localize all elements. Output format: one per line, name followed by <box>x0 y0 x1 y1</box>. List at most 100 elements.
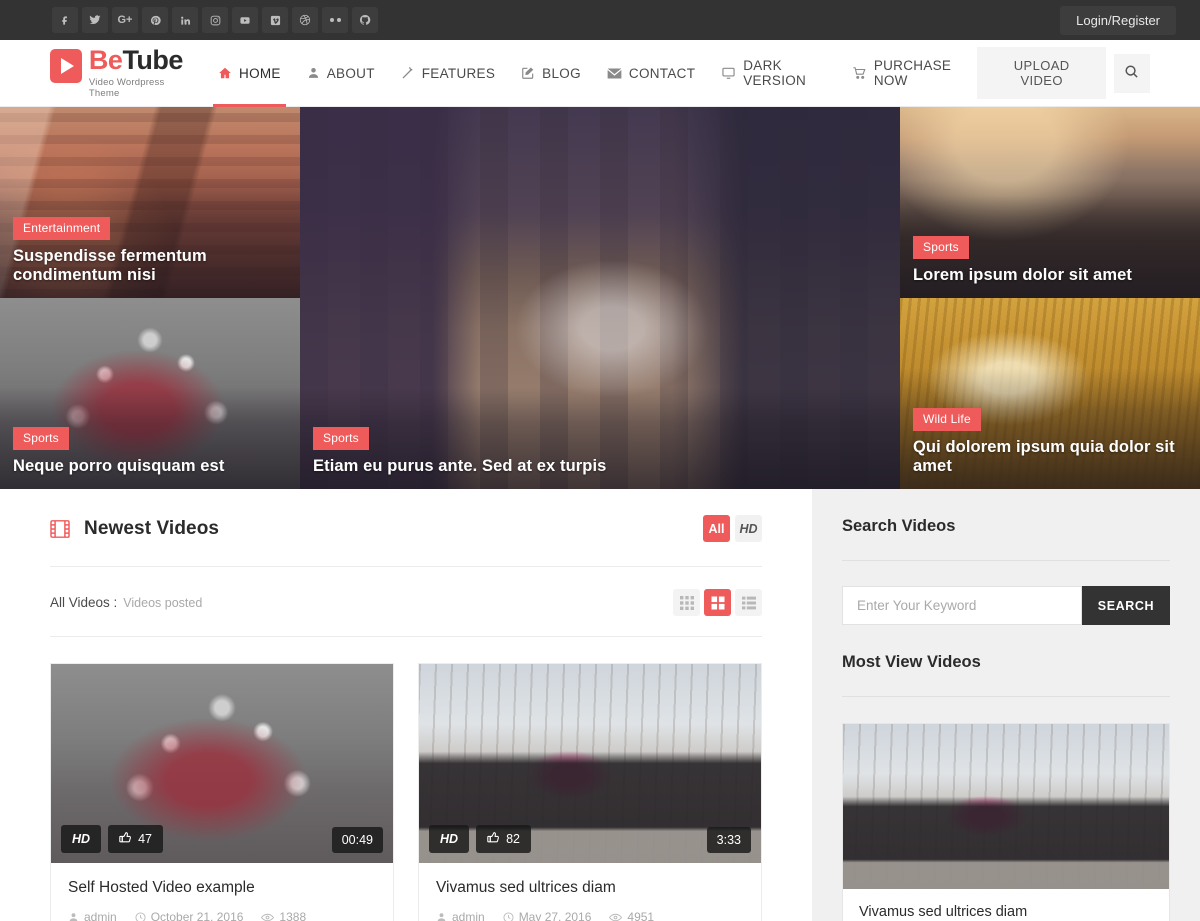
film-icon <box>50 520 70 538</box>
hero-title: Etiam eu purus ante. Sed at ex turpis <box>313 457 887 476</box>
date-meta: October 21, 2016 <box>135 910 244 921</box>
author-icon <box>68 912 79 921</box>
github-icon[interactable] <box>352 7 378 33</box>
likes-badge: 47 <box>108 825 163 853</box>
hero-title: Lorem ipsum dolor sit amet <box>913 266 1187 285</box>
nav-item-blog[interactable]: BLOG <box>508 40 594 107</box>
hero-tile-sports-bike[interactable]: Sports Lorem ipsum dolor sit amet <box>900 107 1200 298</box>
nav-label: PURCHASE NOW <box>874 58 965 88</box>
logo-tagline: Video Wordpress Theme <box>89 77 191 99</box>
hero-tile-wild-life[interactable]: Wild Life Qui dolorem ipsum quia dolor s… <box>900 298 1200 489</box>
category-badge[interactable]: Sports <box>913 236 969 259</box>
nav-label: CONTACT <box>629 66 695 81</box>
likes-count: 47 <box>138 832 152 846</box>
sidebar-search-form: SEARCH <box>842 586 1170 625</box>
grid-small-view-button[interactable] <box>673 589 700 616</box>
flickr-icon[interactable] <box>322 7 348 33</box>
duration-badge: 00:49 <box>332 827 383 853</box>
video-thumbnail[interactable]: HD 47 00:49 <box>51 664 393 863</box>
hero-title: Neque porro quisquam est <box>13 457 287 476</box>
category-badge[interactable]: Sports <box>13 427 69 450</box>
hero-tile-entertainment[interactable]: Entertainment Suspendisse fermentum cond… <box>0 107 300 298</box>
dribbble-icon[interactable] <box>292 7 318 33</box>
hero-tile-sports-moto[interactable]: Sports Etiam eu purus ante. Sed at ex tu… <box>300 107 900 489</box>
logo-tube: Tube <box>122 45 183 75</box>
search-submit-button[interactable]: SEARCH <box>1082 586 1170 625</box>
clock-icon <box>135 912 146 921</box>
instagram-icon[interactable] <box>202 7 228 33</box>
pinterest-icon[interactable] <box>142 7 168 33</box>
filter-hd-button[interactable]: HD <box>735 515 762 542</box>
category-badge[interactable]: Sports <box>313 427 369 450</box>
nav-label: DARK VERSION <box>743 58 826 88</box>
facebook-icon[interactable] <box>52 7 78 33</box>
search-input[interactable] <box>842 586 1082 625</box>
author-name: admin <box>84 910 117 921</box>
author-meta: admin <box>436 910 485 921</box>
most-view-videos-title: Most View Videos <box>842 625 1170 672</box>
divider <box>842 560 1170 561</box>
google-plus-icon[interactable]: G+ <box>112 7 138 33</box>
publish-date: October 21, 2016 <box>151 910 244 921</box>
views-meta: 1388 <box>261 910 306 921</box>
list-view-button[interactable] <box>735 589 762 616</box>
social-links: G+ <box>52 7 378 33</box>
twitter-icon[interactable] <box>82 7 108 33</box>
search-icon <box>1124 64 1139 82</box>
cart-icon <box>852 66 867 80</box>
video-card[interactable]: HD 82 3:33 Vivamus sed ultrices diam <box>418 663 762 921</box>
linkedin-icon[interactable] <box>172 7 198 33</box>
search-videos-title: Search Videos <box>842 489 1170 536</box>
header-search-button[interactable] <box>1114 54 1150 93</box>
sidebar-video-item[interactable]: Vivamus sed ultrices diam <box>842 723 1170 921</box>
magic-icon <box>401 66 415 80</box>
logo[interactable]: BeTube Video Wordpress Theme <box>50 47 191 99</box>
duration-badge: 3:33 <box>707 827 751 853</box>
nav-item-home[interactable]: HOME <box>205 40 294 107</box>
videos-posted-label: Videos posted <box>123 596 202 610</box>
video-meta: admin October 21, 2016 138 <box>68 910 377 921</box>
grid-large-view-button[interactable] <box>704 589 731 616</box>
nav-item-features[interactable]: FEATURES <box>388 40 508 107</box>
video-thumbnail[interactable]: HD 82 3:33 <box>419 664 761 863</box>
hero-mosaic: Entertainment Suspendisse fermentum cond… <box>0 107 1200 489</box>
hd-badge: HD <box>429 825 469 853</box>
category-badge[interactable]: Entertainment <box>13 217 110 240</box>
video-meta: admin May 27, 2016 4951 <box>436 910 745 921</box>
clock-icon <box>503 912 514 921</box>
vimeo-icon[interactable] <box>262 7 288 33</box>
nav-item-about[interactable]: ABOUT <box>294 40 388 107</box>
author-meta: admin <box>68 910 117 921</box>
main-column: Newest Videos All HD All Videos : Videos… <box>0 489 812 921</box>
eye-icon <box>609 912 622 921</box>
section-header: Newest Videos All HD <box>50 489 762 542</box>
author-name: admin <box>452 910 485 921</box>
filter-all-button[interactable]: All <box>703 515 730 542</box>
views-meta: 4951 <box>609 910 654 921</box>
upload-video-button[interactable]: UPLOAD VIDEO <box>977 47 1106 99</box>
video-title[interactable]: Vivamus sed ultrices diam <box>436 879 745 897</box>
views-count: 4951 <box>627 910 654 921</box>
video-card[interactable]: HD 47 00:49 Self Hosted Video example <box>50 663 394 921</box>
desktop-icon <box>721 66 736 80</box>
sidebar-video-title[interactable]: Vivamus sed ultrices diam <box>859 904 1153 920</box>
thumbs-up-icon <box>119 831 132 847</box>
pencil-icon <box>521 66 535 80</box>
nav-label: ABOUT <box>327 66 375 81</box>
author-icon <box>436 912 447 921</box>
login-register-button[interactable]: Login/Register <box>1060 6 1176 35</box>
sidebar-video-thumbnail[interactable] <box>843 724 1169 889</box>
nav-item-purchase-now[interactable]: PURCHASE NOW <box>839 40 978 107</box>
nav-item-dark-version[interactable]: DARK VERSION <box>708 40 839 107</box>
site-header: BeTube Video Wordpress Theme HOME ABOUT … <box>0 40 1200 107</box>
home-icon <box>218 66 232 80</box>
youtube-icon[interactable] <box>232 7 258 33</box>
hero-tile-sports-splash[interactable]: Sports Neque porro quisquam est <box>0 298 300 489</box>
play-icon <box>50 49 82 83</box>
nav-item-contact[interactable]: CONTACT <box>594 40 708 107</box>
category-badge[interactable]: Wild Life <box>913 408 981 431</box>
eye-icon <box>261 912 274 921</box>
likes-badge: 82 <box>476 825 531 853</box>
video-title[interactable]: Self Hosted Video example <box>68 879 377 897</box>
divider <box>842 696 1170 697</box>
